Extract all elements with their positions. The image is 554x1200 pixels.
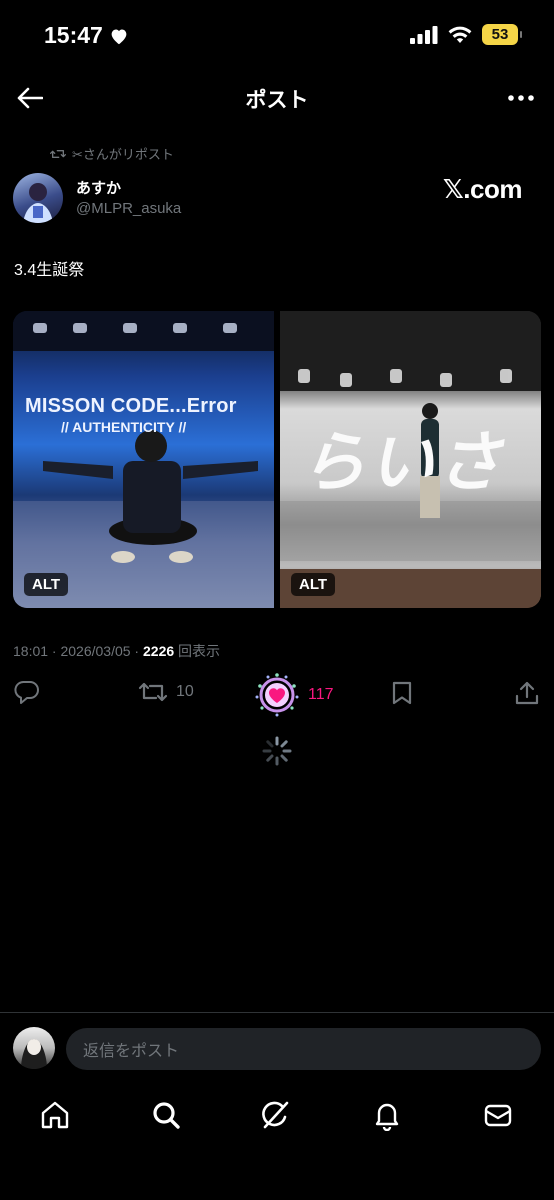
loading-spinner-icon — [262, 736, 292, 766]
bookmark-button[interactable] — [390, 680, 414, 706]
repost-icon — [50, 149, 66, 158]
avatar-image — [21, 1039, 47, 1069]
alt-badge[interactable]: ALT — [291, 573, 336, 596]
post-timestamp: 18:01 · 2026/03/05 · — [13, 643, 143, 659]
tab-search[interactable] — [149, 1098, 183, 1132]
battery-indicator: 53 — [482, 24, 522, 45]
post-text: 3.4生誕祭 — [14, 262, 85, 279]
stage-banner-title: MISSON CODE...Error — [25, 395, 237, 417]
like-button[interactable]: 117 — [254, 672, 334, 718]
battery-level: 53 — [491, 26, 509, 43]
bookmark-icon — [392, 681, 412, 705]
post-meta: 18:01 · 2026/03/05 · 2226 回表示 — [13, 641, 220, 661]
tab-grok[interactable] — [259, 1098, 293, 1132]
alt-badge[interactable]: ALT — [24, 573, 69, 596]
repost-button[interactable]: 10 — [138, 680, 194, 704]
signal-icon — [410, 25, 438, 44]
reply-input[interactable]: 返信をポスト — [66, 1028, 541, 1070]
heart-filled-icon — [255, 673, 299, 717]
author-avatar[interactable] — [13, 173, 63, 223]
clock-text: 15:47 — [44, 22, 103, 48]
reply-button[interactable] — [14, 680, 40, 704]
tab-messages[interactable] — [481, 1098, 515, 1132]
photo-stage-blue — [13, 311, 274, 608]
tab-notifications[interactable] — [370, 1098, 404, 1132]
page-title: ポスト — [245, 89, 309, 112]
repost-attribution[interactable]: ✂︎さんがリポスト — [50, 144, 174, 163]
avatar-image — [23, 183, 53, 223]
tab-home[interactable] — [38, 1098, 72, 1132]
stage-screen-text: らいさ — [300, 425, 504, 499]
grok-icon — [262, 1101, 289, 1129]
repost-text: ✂︎さんがリポスト — [72, 147, 174, 162]
reply-icon — [14, 681, 39, 704]
author-handle[interactable]: @MLPR_asuka — [76, 200, 181, 217]
wifi-icon — [448, 26, 472, 43]
home-icon — [41, 1101, 69, 1129]
x-com-watermark: 𝕏.com — [442, 174, 523, 204]
author-display-name[interactable]: あすか — [76, 177, 121, 198]
share-icon — [515, 681, 539, 705]
more-dots-icon — [508, 95, 534, 101]
status-indicators: 53 — [410, 24, 522, 45]
divider — [0, 1012, 554, 1013]
reply-placeholder: 返信をポスト — [83, 1043, 180, 1060]
bell-icon — [375, 1103, 399, 1131]
user-avatar[interactable] — [13, 1027, 55, 1069]
status-time: 15:47 — [44, 22, 129, 49]
share-button[interactable] — [514, 680, 540, 706]
views-count: 2226 — [143, 643, 175, 659]
stage-banner-subtitle: // AUTHENTICITY // — [61, 419, 187, 435]
repost-icon — [138, 682, 168, 702]
more-button[interactable] — [506, 84, 536, 112]
views-label: 回表示 — [174, 643, 221, 659]
media-image-1[interactable]: MISSON CODE...Error // AUTHENTICITY // A… — [13, 311, 274, 608]
like-count: 117 — [308, 686, 334, 703]
heart-icon — [111, 28, 127, 44]
mail-icon — [484, 1104, 512, 1127]
media-image-2[interactable]: らいさ ALT — [280, 311, 541, 608]
search-icon — [153, 1102, 180, 1129]
repost-count: 10 — [176, 683, 194, 700]
